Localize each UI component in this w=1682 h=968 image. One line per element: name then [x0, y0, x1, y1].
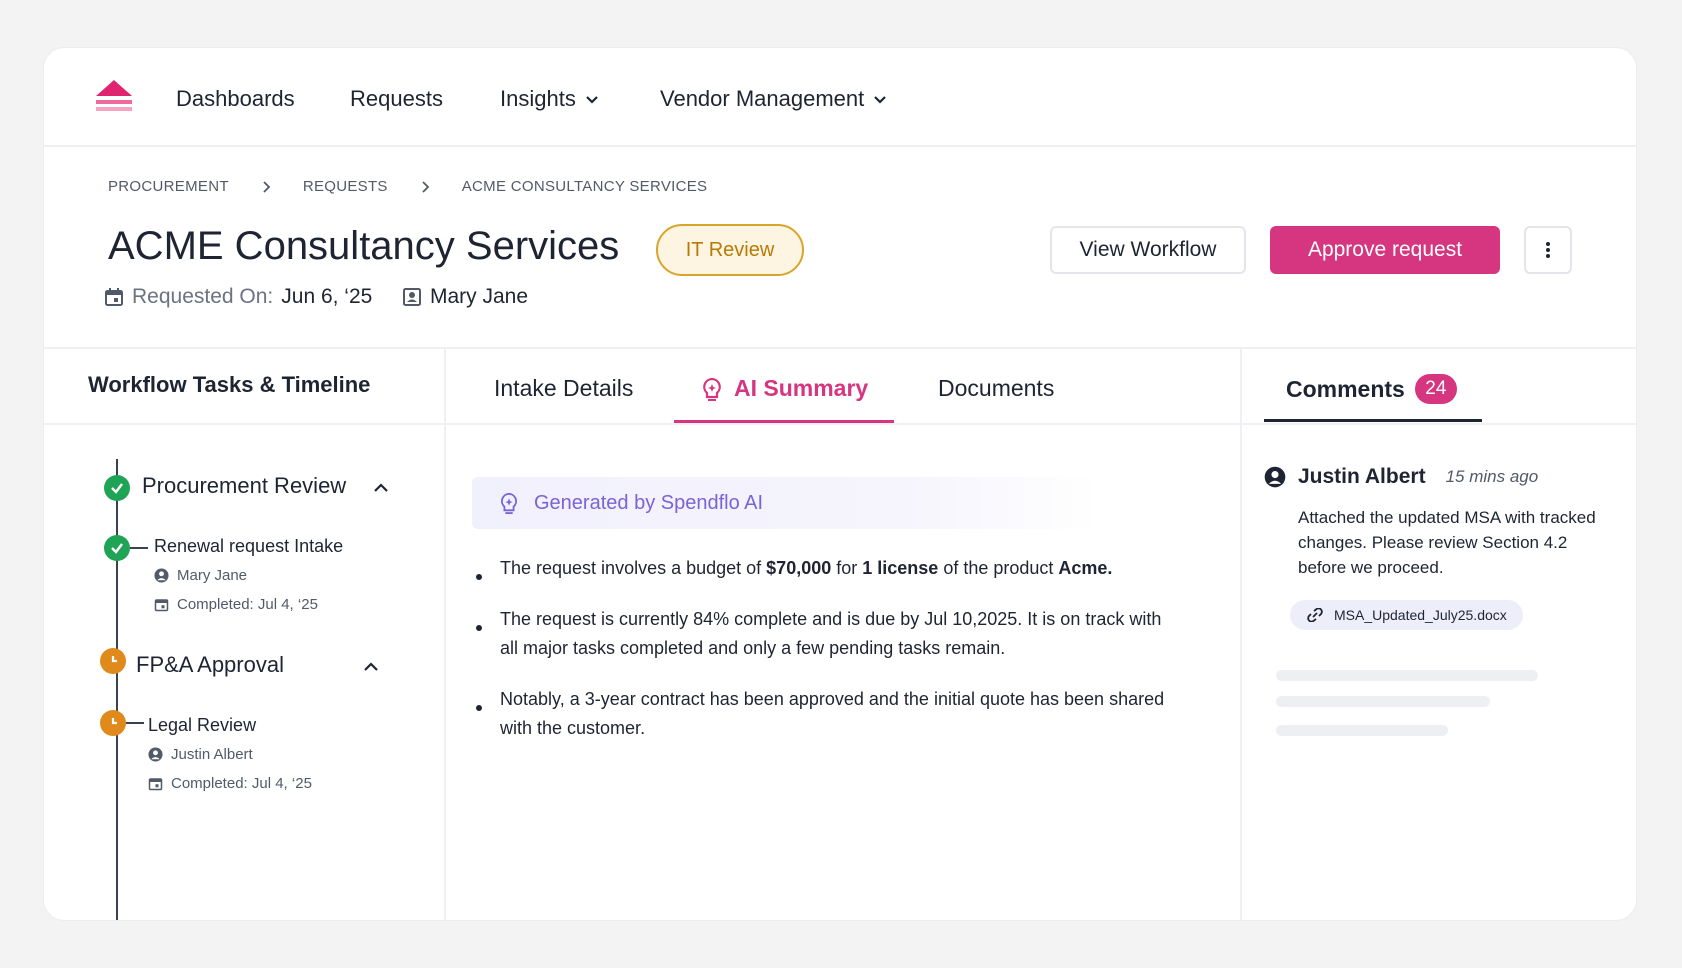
task-assignee: Mary Jane	[154, 567, 247, 584]
task-legal-review[interactable]: Legal Review	[148, 715, 256, 736]
comment-author[interactable]: Justin Albert	[1298, 465, 1426, 489]
summary-product: Acme.	[1058, 558, 1113, 578]
requested-on-label: Requested On:	[132, 285, 274, 308]
chevron-up-icon[interactable]	[362, 658, 380, 676]
task-completed-date: Completed: Jul 4, ‘25	[154, 596, 318, 613]
nav-dashboards[interactable]: Dashboards	[176, 86, 295, 112]
tab-documents[interactable]: Documents	[938, 375, 1054, 402]
chevron-right-icon	[263, 180, 271, 193]
tab-ai-summary-label: AI Summary	[734, 375, 869, 401]
nav-vendor-management[interactable]: Vendor Management	[660, 86, 888, 112]
requested-on: Requested On: Jun 6, ‘25	[104, 285, 372, 309]
lightbulb-ai-icon	[703, 377, 721, 401]
user-circle-icon	[1264, 466, 1286, 488]
nav-requests-label: Requests	[350, 86, 443, 111]
ai-summary-list: The request involves a budget of $70,000…	[476, 554, 1166, 765]
breadcrumb-requests[interactable]: REQUESTS	[303, 178, 388, 195]
comment-header: Justin Albert 15 mins ago	[1264, 465, 1538, 489]
requested-on-value: Jun 6, ‘25	[281, 285, 373, 308]
details-panel: Intake Details AI Summary Documents Gene…	[446, 349, 1242, 920]
chevron-up-icon[interactable]	[372, 479, 390, 497]
task-completed-text: Completed: Jul 4, ‘25	[177, 596, 318, 613]
task-assignee-name: Justin Albert	[171, 746, 253, 763]
breadcrumb-current: ACME CONSULTANCY SERVICES	[461, 178, 708, 195]
requester: Mary Jane	[402, 285, 528, 309]
panel-divider	[446, 423, 1240, 425]
comments-count-badge: 24	[1414, 374, 1457, 404]
clock-circle-icon	[100, 710, 126, 736]
attachment-chip[interactable]: MSA_Updated_July25.docx	[1290, 600, 1523, 630]
ai-banner-text: Generated by Spendflo AI	[534, 491, 764, 514]
list-item: The request involves a budget of $70,000…	[476, 554, 1166, 583]
requester-name: Mary Jane	[430, 285, 529, 308]
lightbulb-ai-icon	[501, 492, 517, 514]
loading-skeleton	[1276, 670, 1538, 681]
calendar-icon	[148, 778, 163, 791]
task-completed-date: Completed: Jul 4, ‘25	[148, 775, 312, 792]
check-circle-icon	[104, 535, 130, 561]
ai-generated-banner: Generated by Spendflo AI	[472, 477, 1100, 529]
nav-insights[interactable]: Insights	[500, 86, 600, 112]
approve-request-button[interactable]: Approve request	[1270, 226, 1500, 274]
tab-comments[interactable]: Comments 24	[1286, 374, 1457, 404]
user-circle-icon	[148, 747, 163, 762]
panel-divider	[44, 423, 444, 425]
more-options-button[interactable]	[1524, 226, 1572, 274]
comment-timestamp: 15 mins ago	[1445, 467, 1539, 486]
tab-intake-details-label: Intake Details	[494, 375, 634, 401]
tab-documents-label: Documents	[938, 375, 1055, 401]
nav-insights-label: Insights	[500, 86, 576, 111]
attachment-filename: MSA_Updated_July25.docx	[1334, 607, 1507, 623]
summary-text: The request involves a budget of	[500, 558, 767, 578]
panel-divider	[1242, 423, 1636, 425]
task-completed-text: Completed: Jul 4, ‘25	[171, 775, 312, 792]
calendar-icon	[154, 599, 169, 612]
tab-intake-details[interactable]: Intake Details	[494, 375, 633, 402]
summary-budget: $70,000	[766, 558, 832, 578]
link-icon	[1307, 608, 1323, 622]
page-title: ACME Consultancy Services	[108, 224, 620, 268]
summary-license: 1 license	[862, 558, 939, 578]
comments-panel: Comments 24 Justin Albert 15 mins ago At…	[1242, 349, 1636, 920]
summary-text: of the product	[938, 558, 1059, 578]
workflow-panel: Workflow Tasks & Timeline Procurement Re…	[44, 349, 446, 920]
timeline-line	[116, 459, 118, 920]
chevron-down-icon	[874, 96, 887, 104]
task-assignee-name: Mary Jane	[177, 567, 248, 584]
stage-fpa-approval[interactable]: FP&A Approval	[136, 652, 284, 678]
loading-skeleton	[1276, 725, 1448, 736]
contact-card-icon	[403, 288, 421, 306]
breadcrumb: PROCUREMENT REQUESTS ACME CONSULTANCY SE…	[108, 178, 707, 195]
stage-procurement-review[interactable]: Procurement Review	[142, 473, 346, 499]
top-navigation: Dashboards Requests Insights Vendor Mana…	[44, 48, 1636, 147]
nav-vendor-management-label: Vendor Management	[660, 86, 865, 111]
loading-skeleton	[1276, 696, 1490, 707]
comment-text: Attached the updated MSA with tracked ch…	[1298, 508, 1596, 577]
breadcrumb-procurement[interactable]: PROCUREMENT	[108, 178, 229, 195]
view-workflow-button[interactable]: View Workflow	[1050, 226, 1246, 274]
calendar-icon	[105, 288, 123, 306]
clock-circle-icon	[100, 648, 126, 674]
request-detail-card: Dashboards Requests Insights Vendor Mana…	[44, 48, 1636, 920]
check-circle-icon	[104, 475, 130, 501]
summary-text: for	[831, 558, 863, 578]
chevron-down-icon	[586, 96, 598, 104]
nav-requests[interactable]: Requests	[350, 86, 443, 112]
task-assignee: Justin Albert	[148, 746, 253, 763]
active-tab-indicator	[1264, 419, 1482, 422]
timeline-connector	[126, 722, 144, 724]
chevron-right-icon	[422, 180, 430, 193]
status-badge: IT Review	[656, 224, 804, 276]
user-circle-icon	[154, 568, 169, 583]
tab-comments-label: Comments	[1286, 375, 1405, 402]
task-renewal-request-intake[interactable]: Renewal request Intake	[154, 536, 343, 557]
nav-dashboards-label: Dashboards	[176, 86, 295, 111]
timeline-connector	[130, 547, 148, 549]
list-item: Notably, a 3-year contract has been appr…	[476, 685, 1166, 743]
tab-ai-summary[interactable]: AI Summary	[700, 375, 868, 402]
spendflo-logo[interactable]	[94, 78, 134, 116]
more-vertical-icon	[1546, 242, 1550, 258]
workflow-panel-title: Workflow Tasks & Timeline	[88, 372, 371, 397]
list-item: The request is currently 84% complete an…	[476, 605, 1166, 663]
